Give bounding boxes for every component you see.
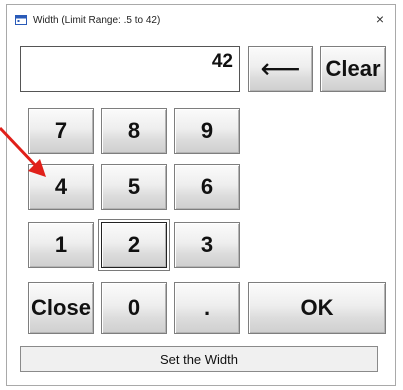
red-arrow-icon xyxy=(0,126,46,177)
key-1[interactable]: 1 xyxy=(28,222,94,268)
key-5[interactable]: 5 xyxy=(101,164,167,210)
key-8[interactable]: 8 xyxy=(101,108,167,154)
clear-button[interactable]: Clear xyxy=(320,46,386,92)
ok-button[interactable]: OK xyxy=(248,282,386,334)
key-decimal[interactable]: . xyxy=(174,282,240,334)
key-2[interactable]: 2 xyxy=(98,219,170,271)
close-window-button[interactable]: × xyxy=(369,9,391,29)
status-text: Set the Width xyxy=(159,351,239,367)
key-9[interactable]: 9 xyxy=(174,108,240,154)
key-3[interactable]: 3 xyxy=(174,222,240,268)
backspace-button[interactable]: ⟵ xyxy=(248,46,313,92)
close-button[interactable]: Close xyxy=(28,282,94,334)
left-arrow-icon: ⟵ xyxy=(260,53,301,84)
status-bar: Set the Width xyxy=(20,346,378,372)
key-0[interactable]: 0 xyxy=(101,282,167,334)
key-6[interactable]: 6 xyxy=(174,164,240,210)
title-bar: Width (Limit Range: .5 to 42) xyxy=(7,5,395,35)
